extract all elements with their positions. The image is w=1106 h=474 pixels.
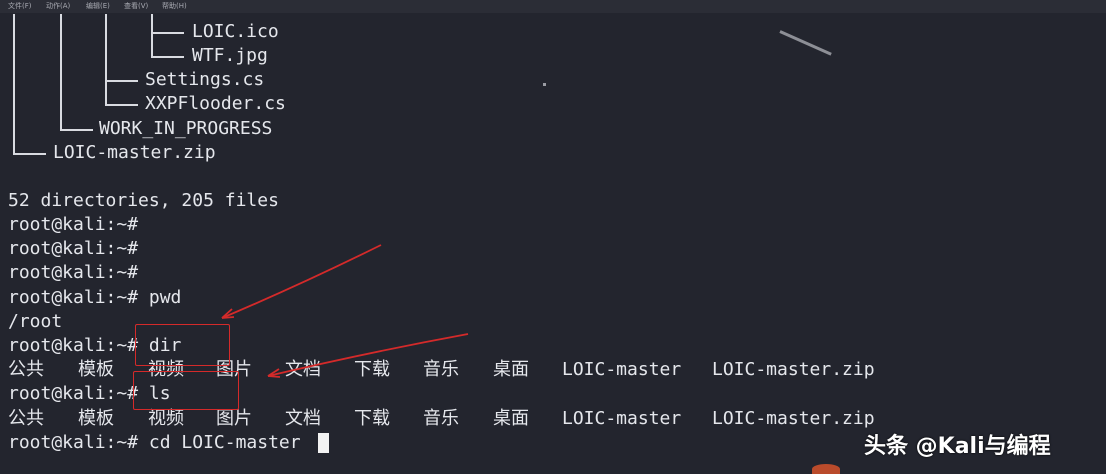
screen-artifact (812, 464, 840, 474)
screen-artifact (543, 83, 546, 86)
annotation-arrows (221, 244, 469, 378)
watermark: 头条 @Kali与编程 (864, 434, 1051, 459)
arrow-to-dir (221, 244, 382, 319)
arrow-to-ls (267, 333, 469, 377)
terminal-window[interactable]: 文件(F) 动作(A) 编辑(E) 查看(V) 帮助(H) LOIC.ico W… (0, 0, 1106, 474)
